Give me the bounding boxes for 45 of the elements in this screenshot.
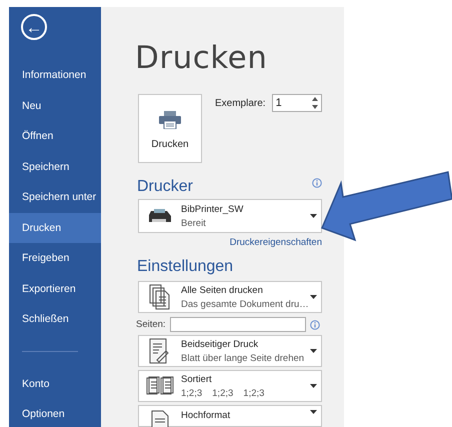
page-title: Drucken <box>135 40 268 78</box>
sidebar-item[interactable]: Speichern unter <box>9 182 101 212</box>
copies-spinner[interactable]: 1 <box>272 94 322 112</box>
setting-dropdown[interactable]: Hochformat <box>138 405 322 427</box>
pages-icon <box>149 284 171 310</box>
section-heading: Einstellungen <box>137 258 234 277</box>
print-button[interactable]: Drucken <box>138 94 202 163</box>
duplex-page-icon <box>149 338 171 364</box>
info-icon <box>312 178 322 188</box>
sidebar-item[interactable]: Optionen <box>9 399 101 427</box>
sidebar-item[interactable]: Schließen <box>9 304 101 334</box>
sidebar-item[interactable]: Neu <box>9 90 101 121</box>
collation-order: 1;2;3 <box>243 388 264 398</box>
portrait-page-icon <box>151 410 169 427</box>
setting-dropdown[interactable]: Beidseitiger Druck Blatt über lange Seite drehen <box>138 335 322 367</box>
setting-dropdown[interactable]: Sortiert 1;2;3 1;2;3 1;2;3 <box>138 370 322 402</box>
dropdown-caret-icon <box>310 295 317 299</box>
collate-icon <box>146 375 174 397</box>
printer-dropdown[interactable]: BibPrinter_SW Bereit <box>138 199 322 233</box>
pages-label: Seiten: <box>136 319 166 330</box>
sidebar-item[interactable]: Speichern <box>9 152 101 182</box>
dropdown-caret-icon <box>310 410 317 414</box>
sidebar-item[interactable]: Konto <box>9 368 101 399</box>
printer-properties-link[interactable]: Druckereigenschaften <box>138 237 322 248</box>
setting-description: Blatt über lange Seite drehen <box>181 352 306 364</box>
sidebar-item[interactable]: Informationen <box>9 60 101 90</box>
dropdown-caret-icon <box>310 214 317 218</box>
info-icon <box>310 320 320 330</box>
dropdown-caret-icon <box>310 384 317 388</box>
section-heading: Drucker <box>137 178 194 197</box>
pages-input-field[interactable] <box>170 317 306 332</box>
dropdown-caret-icon <box>310 349 317 353</box>
sidebar-item[interactable]: Drucken <box>9 212 101 243</box>
spinner-arrows-icon <box>312 97 318 109</box>
copies-label: Exemplare: <box>215 98 266 108</box>
printer-icon <box>148 208 172 224</box>
back-button[interactable]: ← <box>21 14 47 40</box>
sidebar-item[interactable]: Öffnen <box>9 121 101 152</box>
collation-order: 1;2;3 <box>181 388 202 398</box>
printer-icon <box>159 111 181 129</box>
sidebar-item[interactable]: Exportieren <box>9 274 101 304</box>
sidebar-item[interactable]: Freigeben <box>9 243 101 274</box>
setting-description: Das gesamte Dokument dru… <box>181 298 310 310</box>
collation-order: 1;2;3 <box>212 388 234 398</box>
setting-dropdown[interactable]: Alle Seiten drucken Das gesamte Dokument dru… <box>138 281 322 313</box>
